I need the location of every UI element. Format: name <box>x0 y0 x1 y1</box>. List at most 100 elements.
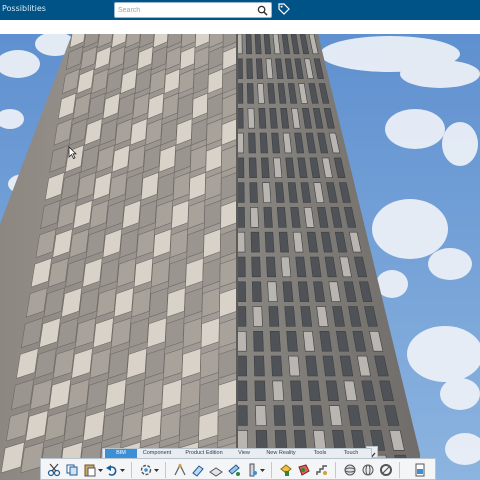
tower-render <box>0 34 480 480</box>
window-panel <box>236 355 248 377</box>
window-panel <box>280 256 292 278</box>
window-panel <box>236 380 248 402</box>
document-icon[interactable] <box>413 463 427 477</box>
toolbar-separator <box>131 462 132 478</box>
app-title: Possiblities <box>2 4 46 13</box>
window-panel <box>276 207 287 228</box>
window-panel <box>250 231 260 253</box>
window-panel <box>271 355 283 377</box>
beam-icon[interactable] <box>227 463 241 477</box>
opening-icon[interactable] <box>297 463 311 477</box>
window-panel <box>284 306 296 327</box>
undo-dropdown-icon[interactable] <box>120 468 125 473</box>
top-bar: Possiblities <box>0 0 480 20</box>
window-panel <box>302 331 315 352</box>
window-panel <box>246 58 254 79</box>
window-panel <box>236 207 245 228</box>
window-panel <box>254 380 266 402</box>
window-panel <box>278 231 289 253</box>
window-panel <box>246 83 254 104</box>
paste-dropdown-icon[interactable] <box>98 468 103 473</box>
search-icon[interactable] <box>257 5 268 16</box>
globe-icon[interactable] <box>361 463 375 477</box>
tab-product-edition[interactable]: Product Edition <box>177 449 231 458</box>
window-panel <box>292 405 305 426</box>
column-icon[interactable] <box>245 463 259 477</box>
window-panel <box>253 355 265 377</box>
toolbar-separator <box>165 462 166 478</box>
window-panel <box>236 331 247 352</box>
action-bar-tabs: BIM Component Product Edition View New R… <box>102 448 372 458</box>
window-panel <box>288 355 301 377</box>
window-panel <box>236 281 246 302</box>
window-panel <box>267 281 278 302</box>
window-panel <box>245 34 253 55</box>
window-panel <box>286 331 298 352</box>
tab-touch[interactable]: Touch <box>337 449 365 458</box>
window-panel <box>305 355 318 377</box>
tab-bim[interactable]: BIM <box>105 449 137 458</box>
window-panel <box>259 132 268 154</box>
update-icon[interactable] <box>139 463 153 477</box>
window-panel <box>254 34 262 55</box>
sphere-icon[interactable] <box>343 463 357 477</box>
3d-viewport[interactable] <box>0 34 480 480</box>
window-panel <box>236 256 246 278</box>
tab-new-reality[interactable]: New Reality <box>259 449 303 458</box>
structure-icon[interactable] <box>173 463 187 477</box>
tag-icon[interactable] <box>278 3 290 16</box>
paste-icon[interactable] <box>83 463 97 477</box>
window-panel <box>236 157 245 179</box>
window-panel <box>253 331 264 352</box>
window-panel <box>264 231 275 253</box>
toolbar-separator <box>399 462 400 478</box>
window-panel <box>272 380 285 402</box>
window-panel <box>236 182 245 203</box>
window-panel <box>255 405 267 426</box>
tab-tools[interactable]: Tools <box>307 449 333 458</box>
tab-component[interactable]: Component <box>139 449 175 458</box>
window-panel <box>248 157 257 179</box>
cut-icon[interactable] <box>47 463 61 477</box>
toolbar-separator <box>271 462 272 478</box>
window-panel <box>258 108 267 129</box>
window-panel <box>248 132 256 154</box>
column-dropdown-icon[interactable] <box>260 468 265 473</box>
wall-icon[interactable] <box>191 463 205 477</box>
slab-icon[interactable] <box>209 463 223 477</box>
update-dropdown-icon[interactable] <box>154 468 159 473</box>
window-panel <box>247 108 255 129</box>
search-input[interactable] <box>118 4 253 16</box>
window-panel <box>236 306 247 327</box>
window-panel <box>282 281 294 302</box>
action-bar <box>0 20 480 34</box>
window-panel <box>290 380 303 402</box>
window-panel <box>273 405 286 426</box>
window-panel <box>250 207 259 228</box>
window-panel <box>269 331 281 352</box>
ring-icon[interactable] <box>379 463 393 477</box>
window-panel <box>275 182 285 203</box>
copy-icon[interactable] <box>65 463 79 477</box>
window-panel <box>251 281 262 302</box>
window-panel <box>236 231 246 253</box>
window-panel <box>300 306 313 327</box>
window-panel <box>307 380 321 402</box>
window-panel <box>249 182 258 203</box>
spatial-icon[interactable] <box>279 463 293 477</box>
window-panel <box>266 256 277 278</box>
window-panel <box>268 306 280 327</box>
window-panel <box>273 157 283 179</box>
window-panel <box>251 256 261 278</box>
window-panel <box>310 405 324 426</box>
window-panel <box>257 83 265 104</box>
search-box[interactable] <box>114 2 272 18</box>
window-panel <box>262 182 272 203</box>
window-panel <box>252 306 263 327</box>
window-panel <box>260 157 270 179</box>
undo-icon[interactable] <box>105 463 119 477</box>
tab-view[interactable]: View <box>233 449 255 458</box>
window-panel <box>263 207 273 228</box>
stair-icon[interactable] <box>315 463 329 477</box>
toolbar-separator <box>335 462 336 478</box>
